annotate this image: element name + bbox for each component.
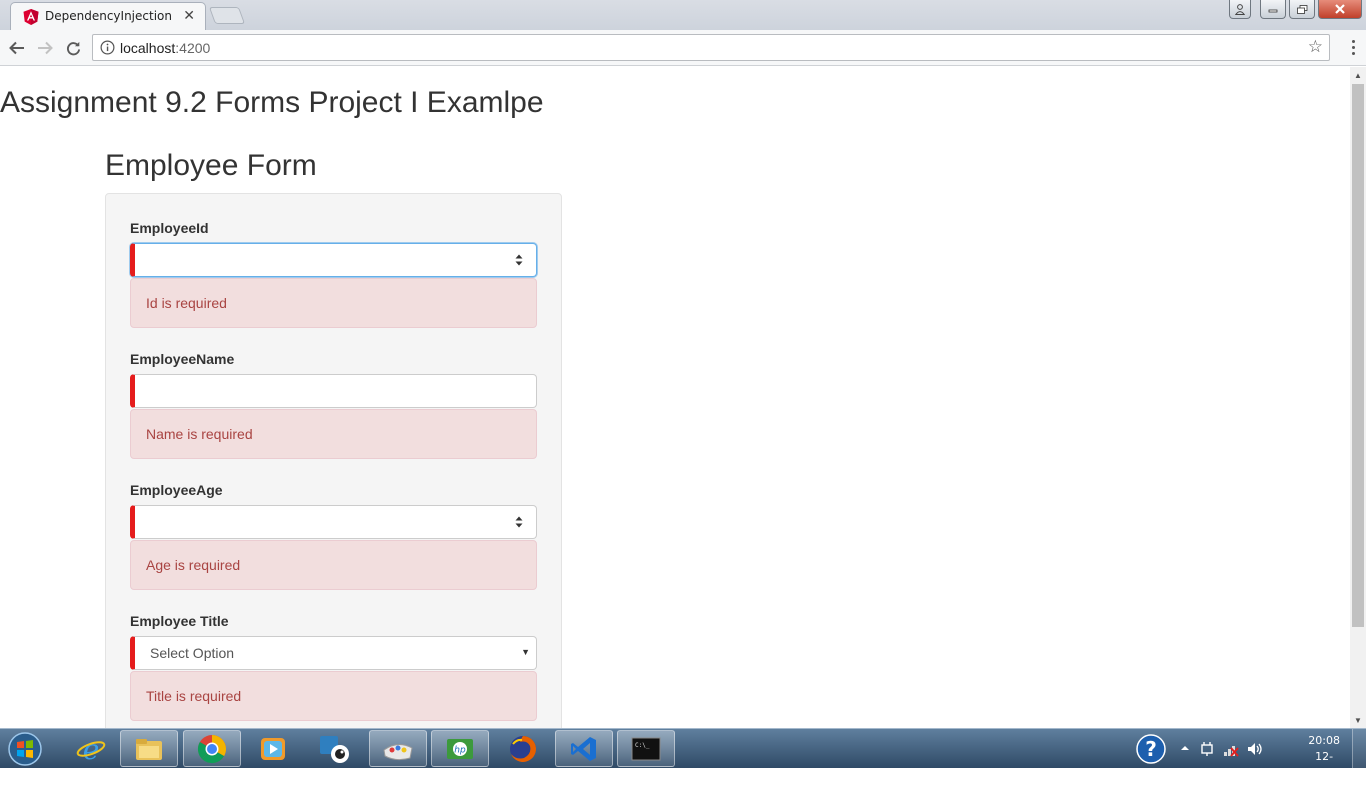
svg-text:?: ?: [1145, 737, 1157, 761]
site-info-icon[interactable]: [100, 40, 115, 55]
restore-button[interactable]: [1289, 0, 1315, 19]
chrome-icon[interactable]: [183, 730, 241, 767]
svg-text:e: e: [83, 734, 100, 764]
command-prompt-icon[interactable]: C:\_: [617, 730, 675, 767]
internet-explorer-icon[interactable]: e: [62, 730, 120, 767]
new-tab-button[interactable]: [208, 7, 246, 24]
forward-arrow-icon[interactable]: [34, 37, 56, 59]
url-port: :4200: [175, 40, 211, 56]
reload-icon[interactable]: [62, 37, 84, 59]
address-bar[interactable]: localhost:4200 ☆: [92, 34, 1330, 61]
page-title: Assignment 9.2 Forms Project I Examlpe: [0, 86, 544, 119]
employee-age-input[interactable]: [130, 505, 537, 539]
paint-icon[interactable]: [369, 730, 427, 767]
volume-icon[interactable]: [1246, 740, 1264, 758]
profile-icon[interactable]: [1229, 0, 1251, 19]
url-host: localhost: [120, 40, 176, 56]
tab-close-icon[interactable]: ✕: [183, 7, 195, 24]
back-arrow-icon[interactable]: [6, 37, 28, 59]
hp-utility-icon[interactable]: [306, 730, 364, 767]
close-window-button[interactable]: [1318, 0, 1362, 19]
browser-menu-icon[interactable]: [1352, 40, 1356, 56]
employee-id-error: Id is required: [130, 278, 537, 328]
angular-logo-icon: [23, 9, 39, 25]
taskbar-clock[interactable]: 20:08 12-12-2017: [1308, 733, 1340, 797]
minimize-button[interactable]: [1260, 0, 1286, 19]
tab-title: DependencyInjection: [45, 9, 172, 23]
svg-text:hp: hp: [454, 745, 466, 755]
number-spinner-icon[interactable]: [514, 253, 524, 267]
clock-time: 20:08: [1308, 734, 1340, 747]
employee-age-error: Age is required: [130, 540, 537, 590]
employee-title-selected-value: Select Option: [150, 645, 235, 661]
help-icon[interactable]: ?: [1136, 734, 1166, 764]
number-spinner-icon[interactable]: [514, 515, 524, 529]
page-viewport: Assignment 9.2 Forms Project I Examlpe E…: [0, 67, 1350, 728]
show-desktop-button[interactable]: [1352, 729, 1366, 769]
employee-form: EmployeeId Id is required EmployeeName N…: [105, 193, 562, 728]
window-controls: [1229, 0, 1362, 20]
file-explorer-icon[interactable]: [120, 730, 178, 767]
page-scrollbar[interactable]: ▲ ▼: [1350, 67, 1366, 728]
windows-start-icon[interactable]: [6, 731, 44, 767]
employee-title-select[interactable]: Select Option ▼: [130, 636, 537, 670]
employee-id-input[interactable]: [130, 243, 537, 277]
employee-name-error: Name is required: [130, 409, 537, 459]
address-url[interactable]: localhost:4200: [120, 40, 210, 56]
firefox-icon[interactable]: [494, 730, 552, 767]
scrollbar-thumb[interactable]: [1352, 84, 1364, 627]
employee-name-input[interactable]: [130, 374, 537, 408]
employee-age-label: EmployeeAge: [130, 482, 223, 498]
media-player-icon[interactable]: [244, 730, 302, 767]
browser-tab-active[interactable]: DependencyInjection ✕: [10, 2, 206, 30]
svg-text:C:\_: C:\_: [635, 742, 650, 749]
scroll-down-arrow-icon[interactable]: ▼: [1350, 712, 1366, 728]
hp-support-icon[interactable]: hp: [431, 730, 489, 767]
employee-title-error: Title is required: [130, 671, 537, 721]
bookmark-star-icon[interactable]: ☆: [1308, 37, 1323, 57]
network-disconnected-icon[interactable]: [1222, 740, 1240, 758]
show-hidden-icons-icon[interactable]: [1180, 743, 1190, 753]
clock-date: 12-12-2017: [1310, 750, 1339, 795]
employee-name-label: EmployeeName: [130, 351, 235, 367]
browser-toolbar: localhost:4200 ☆: [0, 30, 1366, 66]
browser-tabstrip: DependencyInjection ✕: [0, 0, 1366, 30]
chevron-down-icon: ▼: [521, 647, 530, 657]
employee-title-label: Employee Title: [130, 613, 229, 629]
windows-taskbar: e hp C:\_ ? 20:08 12-12-2017: [0, 728, 1366, 795]
form-title: Employee Form: [105, 149, 317, 182]
employee-id-label: EmployeeId: [130, 220, 209, 236]
power-plug-icon[interactable]: [1200, 741, 1214, 757]
visual-studio-icon[interactable]: [555, 730, 613, 767]
scroll-up-arrow-icon[interactable]: ▲: [1350, 67, 1366, 83]
